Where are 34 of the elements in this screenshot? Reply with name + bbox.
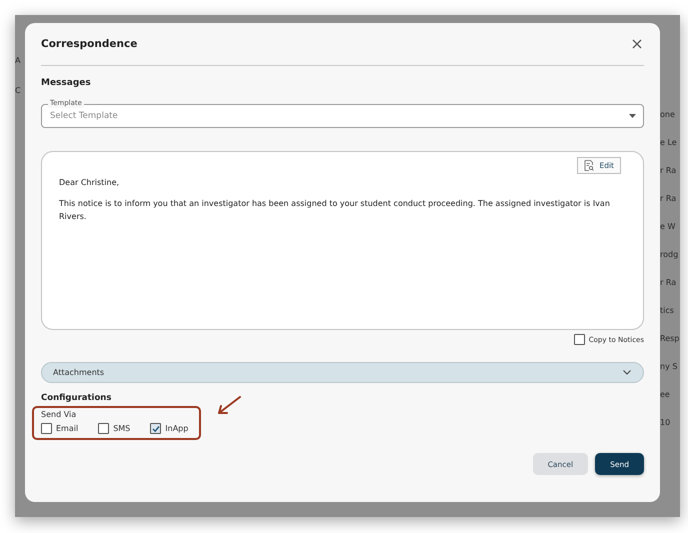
background-text: C [15, 85, 22, 97]
annotation-arrow-icon [216, 396, 242, 416]
group-label: Send Via [41, 410, 78, 419]
message-paragraph: This notice is to inform you that an investigator has been assigned to your student conduct proceeding. The assigned investigator is Ivan Rivers. [59, 198, 611, 223]
background-text: Resp [660, 333, 680, 345]
background-text: ee [660, 389, 671, 401]
background-text: one [660, 109, 676, 121]
background-text: e Le [660, 137, 678, 149]
section-title: Configurations [41, 393, 112, 403]
background-text: r Ra [660, 193, 678, 205]
chevron-icon [623, 370, 631, 375]
background-text: 10 [660, 417, 672, 429]
document-search-icon [584, 160, 594, 171]
background-text: A [15, 55, 22, 67]
close-button[interactable] [630, 37, 644, 51]
background-text: tics [660, 305, 675, 317]
dialog-title: Correspondence [41, 38, 138, 50]
attachments-accordion[interactable]: Attachments [41, 362, 644, 383]
checkbox-label: SMS [113, 424, 130, 433]
background-text: ny S [660, 361, 678, 373]
checkbox[interactable] [150, 423, 162, 434]
close-icon [632, 39, 642, 49]
checkbox-label: Email [56, 424, 78, 433]
background-text: r Ra [660, 165, 678, 177]
background-text: r Ra [660, 277, 678, 289]
background-text: rodg [660, 249, 680, 261]
checkbox[interactable] [41, 423, 52, 434]
checkbox-label: InApp [165, 424, 188, 433]
section-title: Messages [41, 78, 92, 88]
dropdown-caret-icon [629, 114, 636, 118]
checkbox[interactable] [574, 334, 585, 345]
background-text: e W [660, 221, 676, 233]
checkbox[interactable] [98, 423, 110, 434]
message-paragraph: Dear Christine, [59, 177, 120, 189]
